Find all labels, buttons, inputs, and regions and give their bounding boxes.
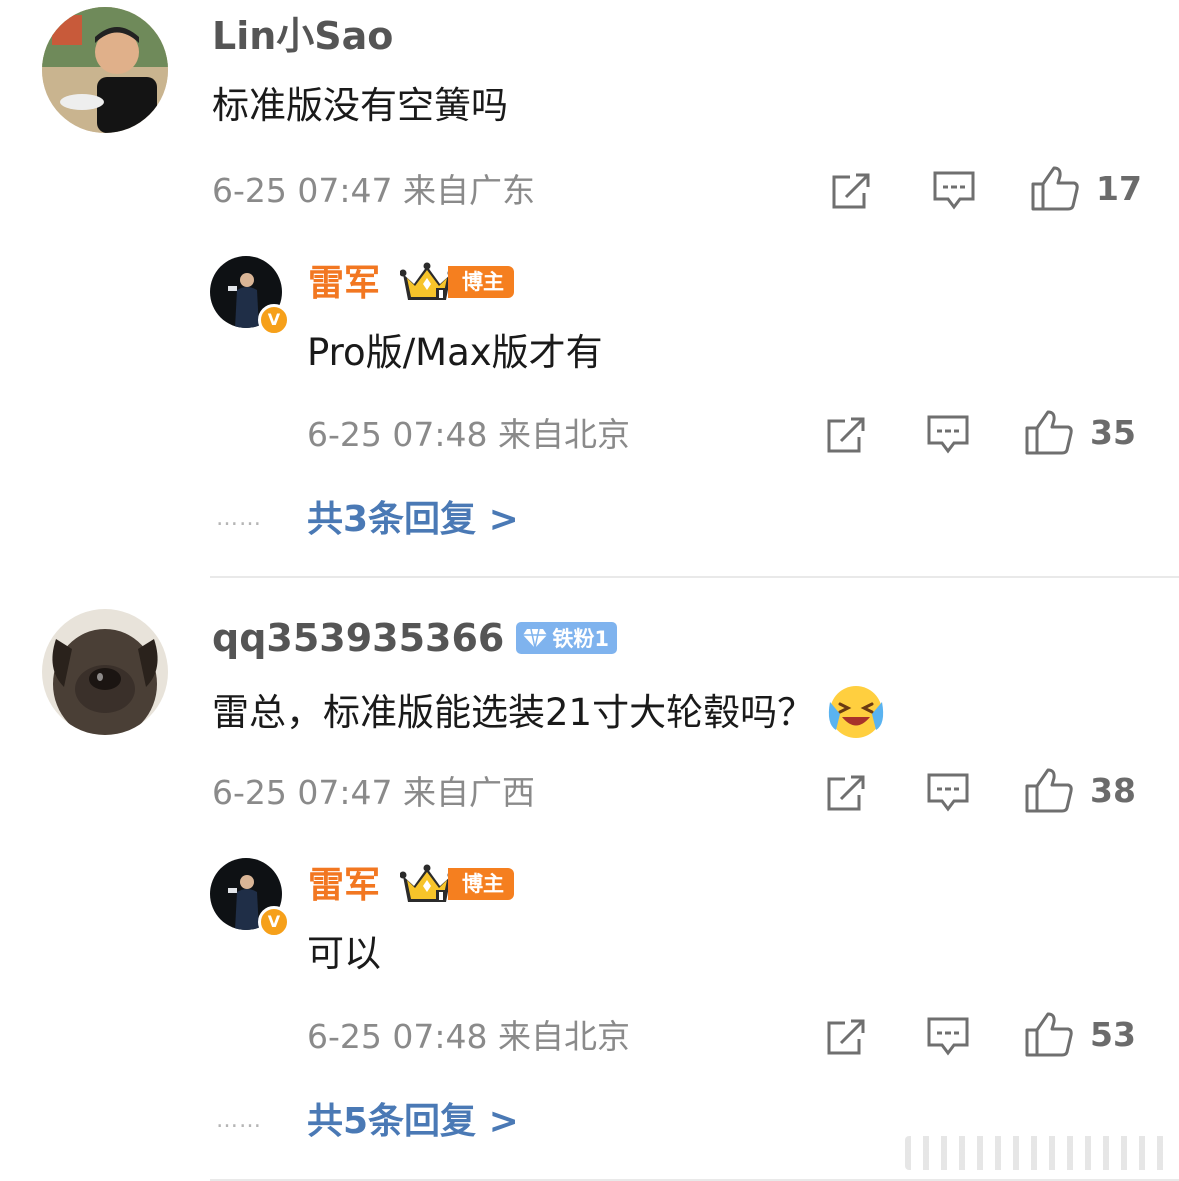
like-count: 35 [1090,412,1136,452]
more-dots: …… [216,506,262,531]
thumbs-up-icon [1031,166,1079,211]
like-button[interactable]: 35 [1024,408,1136,456]
username[interactable]: Lin小Sao [212,17,393,55]
reply-timestamp: 6-25 07:48 来自北京 [307,1020,630,1053]
like-count: 38 [1090,770,1136,810]
blogger-badge-text: 博主 [448,266,514,298]
thumbs-up-icon [1025,1012,1073,1057]
username[interactable]: qq353935366 [212,619,504,657]
view-more-replies-link[interactable]: 共3条回复 > [307,502,519,538]
watermark [905,1136,1171,1170]
location: 来自广东 [403,171,535,210]
avatar[interactable] [42,7,168,133]
comment-icon[interactable] [926,772,970,818]
repost-icon[interactable] [825,771,869,819]
location: 来自北京 [498,415,630,454]
repost-icon[interactable] [825,413,869,461]
diamond-icon [523,628,548,649]
time: 6-25 07:47 [212,773,393,812]
blogger-badge: 博主 [400,262,514,301]
like-button[interactable]: 53 [1024,1010,1136,1058]
comment-timestamp: 6-25 07:47 来自广东 [212,174,535,207]
thumbs-up-icon [1025,410,1073,455]
reply-username[interactable]: 雷军 [308,868,380,904]
comment-text-row: 雷总，标准版能选装21寸大轮毂吗？ [212,684,886,740]
comment-icon[interactable] [926,414,970,460]
comment-item: Lin小Sao 标准版没有空簧吗 6-25 07:47 来自广东 17 V 雷军 [0,0,1179,578]
like-count: 17 [1096,168,1142,208]
crown-icon [400,262,454,300]
blogger-badge: 博主 [400,864,514,903]
blogger-badge-text: 博主 [448,868,514,900]
comment-icon[interactable] [926,1016,970,1062]
comment-icon[interactable] [932,170,976,216]
verified-badge-icon: V [258,304,290,336]
location: 来自广西 [403,773,535,812]
reply-text: Pro版/Max版才有 [307,331,603,374]
verified-badge-icon: V [258,906,290,938]
time: 6-25 07:47 [212,171,393,210]
laughing-crying-emoji [828,686,884,738]
reply-timestamp: 6-25 07:48 来自北京 [307,418,630,451]
comment-item: qq353935366 铁粉1 雷总，标准版能选装21寸大轮毂吗？ 6-25 0… [0,578,1179,1181]
thumbs-up-icon [1025,768,1073,813]
view-more-replies-link[interactable]: 共5条回复 > [307,1104,519,1140]
repost-icon[interactable] [825,1015,869,1063]
comment-timestamp: 6-25 07:47 来自广西 [212,776,535,809]
time: 6-25 07:48 [307,1017,488,1056]
fan-badge-text: 铁粉1 [552,627,609,651]
like-count: 53 [1090,1014,1136,1054]
time: 6-25 07:48 [307,415,488,454]
username-row: qq353935366 铁粉1 [212,619,617,657]
avatar[interactable] [42,609,168,735]
location: 来自北京 [498,1017,630,1056]
reply-username[interactable]: 雷军 [308,266,380,302]
comment-text: 标准版没有空簧吗 [212,84,508,127]
reply-text: 可以 [307,932,381,975]
like-button[interactable]: 38 [1024,766,1136,814]
more-dots: …… [216,1108,262,1133]
comment-text: 雷总，标准版能选装21寸大轮毂吗？ [212,690,815,734]
crown-icon [400,864,454,902]
like-button[interactable]: 17 [1030,164,1142,212]
fan-badge: 铁粉1 [516,622,617,654]
repost-icon[interactable] [830,169,874,217]
